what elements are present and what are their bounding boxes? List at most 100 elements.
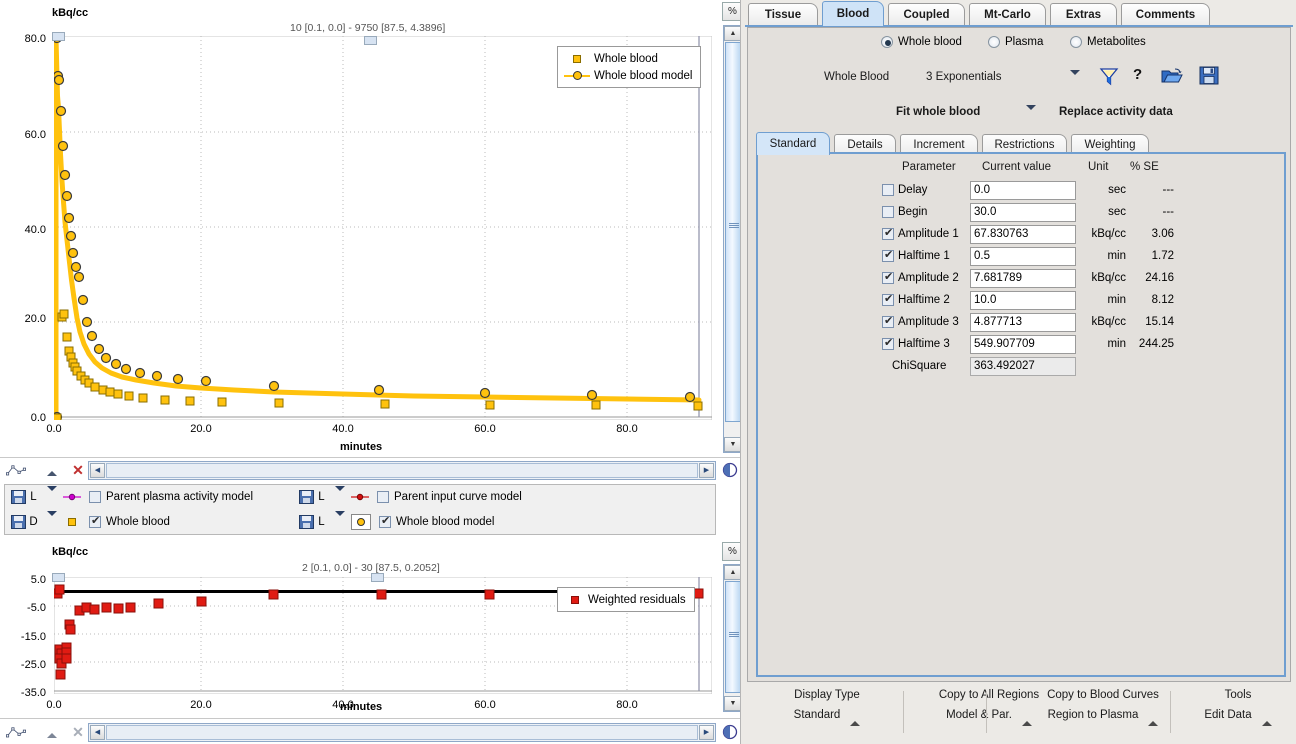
param-fit-checkbox[interactable]: [882, 249, 894, 262]
param-value-input[interactable]: 549.907709: [970, 335, 1076, 354]
curve-horizontal-scrollbar[interactable]: ◀ ▶: [88, 461, 716, 480]
display-type-group: Display Type Standard: [757, 689, 897, 726]
tools-value[interactable]: Edit Data: [1204, 709, 1251, 721]
param-fit-checkbox[interactable]: [882, 315, 894, 328]
copy-to-blood-curves-value[interactable]: Region to Plasma: [1048, 709, 1139, 721]
param-fit-checkbox[interactable]: [882, 206, 894, 218]
chevron-down-icon[interactable]: [335, 486, 345, 503]
open-folder-icon[interactable]: [1161, 66, 1183, 86]
param-value-input[interactable]: 10.0: [970, 291, 1076, 310]
radio-button[interactable]: [988, 36, 1000, 48]
main-plot-range-handle[interactable]: [364, 36, 377, 45]
replace-activity-data-button[interactable]: Replace activity data: [1059, 106, 1173, 118]
main-x-tick: 60.0: [474, 423, 496, 435]
subtab-label: Increment: [913, 139, 965, 151]
residuals-horizontal-scrollbar[interactable]: ◀ ▶: [88, 723, 716, 742]
residuals-knob-icon[interactable]: [722, 724, 738, 740]
legend-item: Whole blood: [564, 50, 692, 67]
param-value-input[interactable]: 4.877713: [970, 313, 1076, 332]
scrollbar-thumb[interactable]: [725, 42, 741, 422]
funnel-icon[interactable]: [1099, 66, 1119, 86]
radio-label: Metabolites: [1087, 36, 1146, 48]
triangle-up-icon[interactable]: [42, 464, 62, 482]
triangle-up-icon[interactable]: [42, 726, 62, 744]
curve-list-panel: L Parent plasma activity model L Parent …: [4, 484, 716, 535]
scroll-right-arrow-icon[interactable]: ▶: [699, 725, 714, 740]
param-row-begin: Begin 30.0 sec ---: [758, 202, 1284, 224]
disk-icon[interactable]: [299, 490, 314, 504]
scrollbar-thumb[interactable]: [725, 581, 741, 693]
main-x-tick: 0.0: [46, 423, 62, 435]
disk-icon[interactable]: [11, 490, 26, 504]
param-fit-checkbox[interactable]: [882, 293, 894, 306]
residuals-origin-handle[interactable]: [52, 573, 65, 582]
close-x-icon[interactable]: ✕: [68, 461, 88, 479]
residuals-plot-panel: kBq/cc 2 [0.1, 0.0] - 30 [87.5, 0.2052] …: [0, 540, 716, 718]
residuals-x-tick: 20.0: [190, 699, 212, 711]
main-plot-origin-handle[interactable]: [52, 32, 65, 41]
curve-knob-icon[interactable]: [722, 462, 738, 478]
param-fit-checkbox[interactable]: [882, 337, 894, 350]
tab-mt-carlo[interactable]: Mt-Carlo: [969, 3, 1046, 26]
tools-group: Tools Edit Data: [1179, 689, 1296, 726]
save-disk-icon[interactable]: [1199, 66, 1219, 85]
curve-icon[interactable]: [6, 723, 26, 741]
triangle-up-icon[interactable]: [1261, 709, 1272, 726]
curve-visibility-checkbox[interactable]: [89, 515, 101, 528]
param-fit-checkbox[interactable]: [882, 184, 894, 196]
triangle-up-icon[interactable]: [1148, 709, 1159, 726]
tab-tissue[interactable]: Tissue: [748, 3, 818, 26]
param-value-input[interactable]: 0.5: [970, 247, 1076, 266]
scroll-left-arrow-icon[interactable]: ◀: [90, 463, 105, 478]
curve-icon[interactable]: [6, 461, 26, 479]
radio-metabolites[interactable]: Metabolites: [1070, 36, 1146, 48]
param-name: Amplitude 3: [898, 316, 959, 328]
param-unit: kBq/cc: [1091, 272, 1126, 284]
legend-item: Weighted residuals: [566, 591, 686, 608]
tab-coupled[interactable]: Coupled: [888, 3, 965, 26]
radio-button[interactable]: [881, 36, 893, 48]
tab-blood[interactable]: Blood: [822, 1, 884, 26]
chevron-down-icon[interactable]: [47, 511, 57, 528]
radio-whole-blood[interactable]: Whole blood: [881, 36, 962, 48]
chevron-down-icon[interactable]: [335, 511, 345, 528]
residuals-range-handle[interactable]: [371, 573, 384, 582]
model-name-label[interactable]: 3 Exponentials: [926, 71, 1001, 83]
param-se: 15.14: [1145, 316, 1174, 328]
triangle-up-icon[interactable]: [850, 709, 861, 726]
question-mark-icon[interactable]: ?: [1133, 66, 1142, 83]
param-value-input[interactable]: 30.0: [970, 203, 1076, 222]
param-name: Halftime 2: [898, 294, 950, 306]
residuals-y-tick: -25.0: [20, 659, 46, 671]
param-value-input[interactable]: 67.830763: [970, 225, 1076, 244]
subtab-standard[interactable]: Standard: [756, 132, 830, 155]
radio-plasma[interactable]: Plasma: [988, 36, 1043, 48]
param-unit: sec: [1108, 184, 1126, 196]
param-value-input[interactable]: 0.0: [970, 181, 1076, 200]
scrollbar-track[interactable]: [106, 725, 698, 740]
tab-label: Blood: [836, 8, 870, 20]
param-fit-checkbox[interactable]: [882, 227, 894, 240]
chevron-down-icon[interactable]: [47, 486, 57, 503]
chevron-down-icon[interactable]: [1070, 70, 1080, 87]
fit-target-label[interactable]: Fit whole blood: [896, 106, 980, 118]
chevron-down-icon[interactable]: [1026, 105, 1036, 122]
disk-icon[interactable]: [299, 515, 314, 529]
radio-button[interactable]: [1070, 36, 1082, 48]
scroll-left-arrow-icon[interactable]: ◀: [90, 725, 105, 740]
curve-visibility-checkbox[interactable]: [379, 515, 391, 528]
curve-visibility-checkbox[interactable]: [89, 491, 101, 503]
param-row-amplitude-1: Amplitude 1 67.830763 kBq/cc 3.06: [758, 224, 1284, 246]
param-unit: sec: [1108, 206, 1126, 218]
display-type-value[interactable]: Standard: [794, 709, 841, 721]
curve-visibility-checkbox[interactable]: [377, 491, 389, 503]
param-value-input[interactable]: 7.681789: [970, 269, 1076, 288]
disk-icon[interactable]: [11, 515, 26, 529]
tab-extras[interactable]: Extras: [1050, 3, 1117, 26]
tab-comments[interactable]: Comments: [1121, 3, 1210, 26]
residuals-y-tick: 5.0: [30, 574, 46, 586]
curve-row: L Parent plasma activity model: [11, 486, 253, 508]
scrollbar-track[interactable]: [106, 463, 698, 478]
param-fit-checkbox[interactable]: [882, 271, 894, 284]
scroll-right-arrow-icon[interactable]: ▶: [699, 463, 714, 478]
